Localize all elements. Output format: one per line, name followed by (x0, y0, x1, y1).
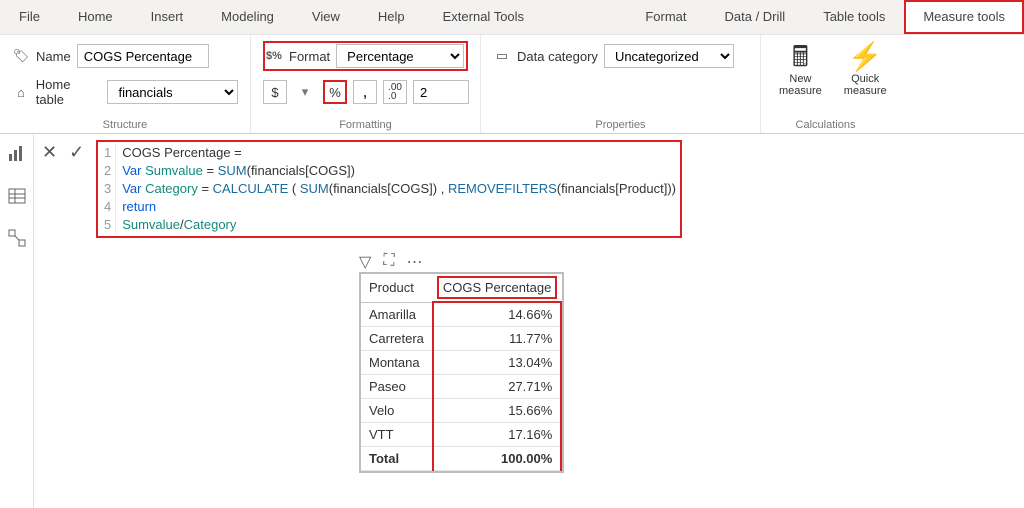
thousands-button[interactable]: , (353, 80, 377, 104)
decimal-toggle-button[interactable]: .00.0 (383, 80, 407, 104)
name-label: Name (36, 49, 71, 64)
table-row: Carretera11.77% (361, 327, 561, 351)
group-label-calculations: Calculations (761, 119, 890, 131)
tab-table-tools[interactable]: Table tools (804, 0, 904, 34)
quick-measure-button[interactable]: ⚡ Quick measure (838, 41, 893, 99)
table-row: VTT17.16% (361, 423, 561, 447)
formula-cancel-button[interactable]: ✕ (42, 142, 57, 163)
tab-external-tools[interactable]: External Tools (424, 0, 543, 34)
col-header-product[interactable]: Product (361, 274, 433, 302)
group-label-formatting: Formatting (251, 119, 480, 131)
ribbon-body: 🏷 Name ⌂ Home table financials Structure… (0, 34, 1024, 134)
group-properties: ▭ Data category Uncategorized Properties (480, 35, 760, 133)
group-label-structure: Structure (0, 119, 250, 131)
tab-modeling[interactable]: Modeling (202, 0, 293, 34)
table-row: Amarilla14.66% (361, 302, 561, 327)
datacategory-label: Data category (517, 49, 598, 64)
workspace: ✕ ✓ 1COGS Percentage = 2Var Sumvalue = S… (0, 134, 1024, 508)
format-label: Format (289, 49, 330, 64)
view-rail (0, 134, 34, 508)
model-view-button[interactable] (5, 226, 29, 250)
col-header-cogs-percentage[interactable]: COGS Percentage (433, 274, 561, 302)
format-icon: $% (265, 47, 283, 65)
data-category-select[interactable]: Uncategorized (604, 44, 734, 68)
focus-mode-icon[interactable]: ⛶ (383, 252, 394, 272)
format-select[interactable]: Percentage (336, 44, 464, 68)
bar-chart-icon (7, 144, 27, 164)
new-measure-button[interactable]: 🖩 New measure (773, 41, 828, 99)
group-structure: 🏷 Name ⌂ Home table financials Structure (0, 35, 250, 133)
home-table-select[interactable]: financials (107, 80, 238, 104)
tab-file[interactable]: File (0, 0, 59, 34)
currency-button[interactable]: $ (263, 80, 287, 104)
measure-name-input[interactable] (77, 44, 209, 68)
currency-chevron-icon[interactable]: ▾ (293, 80, 317, 104)
filter-icon[interactable]: ▽ (359, 252, 371, 272)
table-icon (7, 186, 27, 206)
formula-commit-button[interactable]: ✓ (69, 142, 84, 163)
table-visual[interactable]: Product COGS Percentage Amarilla14.66% C… (359, 272, 564, 473)
decimals-input[interactable] (413, 80, 469, 104)
tab-data-drill[interactable]: Data / Drill (706, 0, 805, 34)
tab-view[interactable]: View (293, 0, 359, 34)
quick-measure-icon: ⚡ (848, 43, 883, 71)
tab-insert[interactable]: Insert (132, 0, 203, 34)
group-calculations: 🖩 New measure ⚡ Quick measure Calculatio… (760, 35, 890, 133)
percent-button[interactable]: % (323, 80, 347, 104)
home-icon: ⌂ (12, 83, 30, 101)
tab-help[interactable]: Help (359, 0, 424, 34)
visual-header-toolbar: ▽ ⛶ ⋯ (359, 252, 423, 272)
hometable-label: Home table (36, 77, 102, 107)
table-row: Paseo27.71% (361, 375, 561, 399)
report-view-button[interactable] (5, 142, 29, 166)
tab-format[interactable]: Format (626, 0, 705, 34)
model-icon (7, 228, 27, 248)
group-label-properties: Properties (481, 119, 760, 131)
table-total-row: Total100.00% (361, 447, 561, 471)
group-formatting: $% Format Percentage $ ▾ % , .00.0 Forma… (250, 35, 480, 133)
calculator-icon: 🖩 (792, 43, 809, 71)
ribbon-tabs: File Home Insert Modeling View Help Exte… (0, 0, 1024, 34)
tag-icon: 🏷 (12, 47, 30, 65)
table-row: Velo15.66% (361, 399, 561, 423)
data-view-button[interactable] (5, 184, 29, 208)
tab-measure-tools[interactable]: Measure tools (904, 0, 1024, 34)
more-options-icon[interactable]: ⋯ (407, 252, 423, 272)
table-row: Montana13.04% (361, 351, 561, 375)
canvas: ✕ ✓ 1COGS Percentage = 2Var Sumvalue = S… (34, 134, 1024, 508)
category-icon: ▭ (493, 47, 511, 65)
tab-home[interactable]: Home (59, 0, 132, 34)
formula-editor[interactable]: 1COGS Percentage = 2Var Sumvalue = SUM(f… (96, 140, 682, 238)
formula-bar: ✕ ✓ 1COGS Percentage = 2Var Sumvalue = S… (34, 134, 1024, 242)
